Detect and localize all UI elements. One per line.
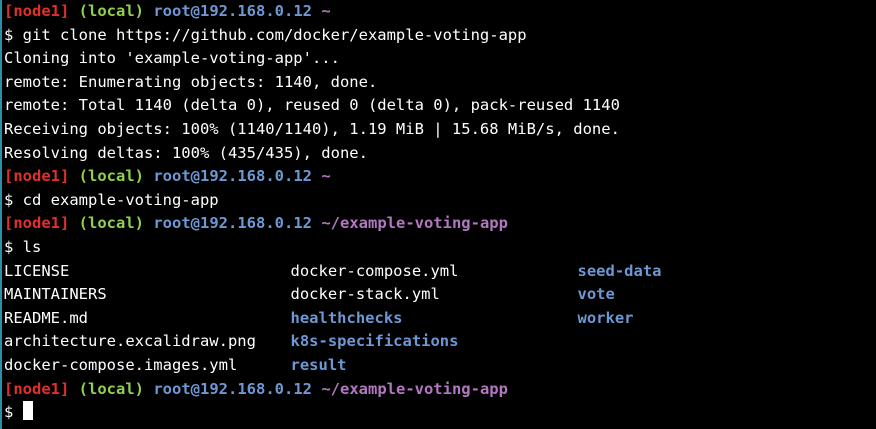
ls-entry-directory: vote [577, 285, 615, 304]
ls-entry: LICENSE [4, 261, 70, 280]
ls-entry-directory: k8s-specifications [290, 332, 459, 351]
output-line: remote: Enumerating objects: 1140, done. [4, 72, 378, 91]
ls-row: README.md healthchecks worker [4, 307, 876, 331]
output-line: remote: Total 1140 (delta 0), reused 0 (… [4, 96, 620, 115]
command-line: $ ls [4, 237, 42, 256]
prompt-local: (local) [78, 2, 144, 20]
prompt-host: root@192.168.0.12 [153, 167, 312, 186]
prompt-host: root@192.168.0.12 [153, 214, 312, 233]
output-line: Cloning into 'example-voting-app'... [4, 49, 340, 68]
prompt-host: root@192.168.0.12 [153, 2, 312, 20]
terminal-window[interactable]: [node1] (local) root@192.168.0.12 ~ $ gi… [0, 0, 876, 429]
ls-entry: docker-compose.yml [290, 261, 459, 280]
ls-row: docker-compose.images.yml result [4, 354, 876, 378]
output-line: Resolving deltas: 100% (435/435), done. [4, 143, 368, 162]
output-line: Receiving objects: 100% (1140/1140), 1.1… [4, 119, 620, 138]
command-line: $ cd example-voting-app [4, 190, 219, 209]
ls-entry: docker-stack.yml [290, 285, 440, 304]
prompt-line: [node1] (local) root@192.168.0.12 ~/exam… [4, 212, 876, 236]
prompt-path: ~ [321, 167, 331, 186]
prompt-node: [node1] [4, 167, 70, 186]
prompt-local: (local) [78, 167, 144, 186]
ls-entry-directory: healthchecks [290, 308, 403, 327]
ls-entry-directory: worker [577, 308, 634, 327]
prompt-node: [node1] [4, 2, 70, 20]
prompt-local: (local) [78, 214, 144, 233]
prompt-path: ~/example-voting-app [321, 214, 508, 233]
ls-entry: MAINTAINERS [4, 285, 107, 304]
prompt-local: (local) [78, 379, 144, 398]
command-line: $ git clone https://github.com/docker/ex… [4, 25, 527, 44]
input-line[interactable]: $ [4, 401, 876, 425]
ls-entry-directory: result [290, 355, 347, 374]
ls-row: MAINTAINERS docker-stack.yml vote [4, 283, 876, 307]
ls-entry-directory: seed-data [577, 261, 662, 280]
ls-row: LICENSE docker-compose.yml seed-data [4, 260, 876, 284]
prompt-line: [node1] (local) root@192.168.0.12 ~ [4, 165, 876, 189]
input-prompt: $ [4, 403, 23, 422]
ls-entry: README.md [4, 308, 88, 327]
prompt-path: ~ [321, 2, 331, 20]
block-cursor-icon[interactable] [22, 401, 33, 421]
prompt-line: [node1] (local) root@192.168.0.12 ~ [4, 0, 876, 24]
prompt-node: [node1] [4, 214, 70, 233]
prompt-line: [node1] (local) root@192.168.0.12 ~/exam… [4, 378, 876, 402]
ls-row: architecture.excalidraw.png k8s-specific… [4, 330, 876, 354]
prompt-node: [node1] [4, 379, 70, 398]
ls-entry [578, 354, 858, 378]
ls-entry [578, 330, 858, 354]
prompt-host: root@192.168.0.12 [153, 379, 312, 398]
ls-entry: docker-compose.images.yml [4, 355, 238, 374]
ls-entry: architecture.excalidraw.png [4, 332, 256, 351]
prompt-path: ~/example-voting-app [321, 379, 508, 398]
